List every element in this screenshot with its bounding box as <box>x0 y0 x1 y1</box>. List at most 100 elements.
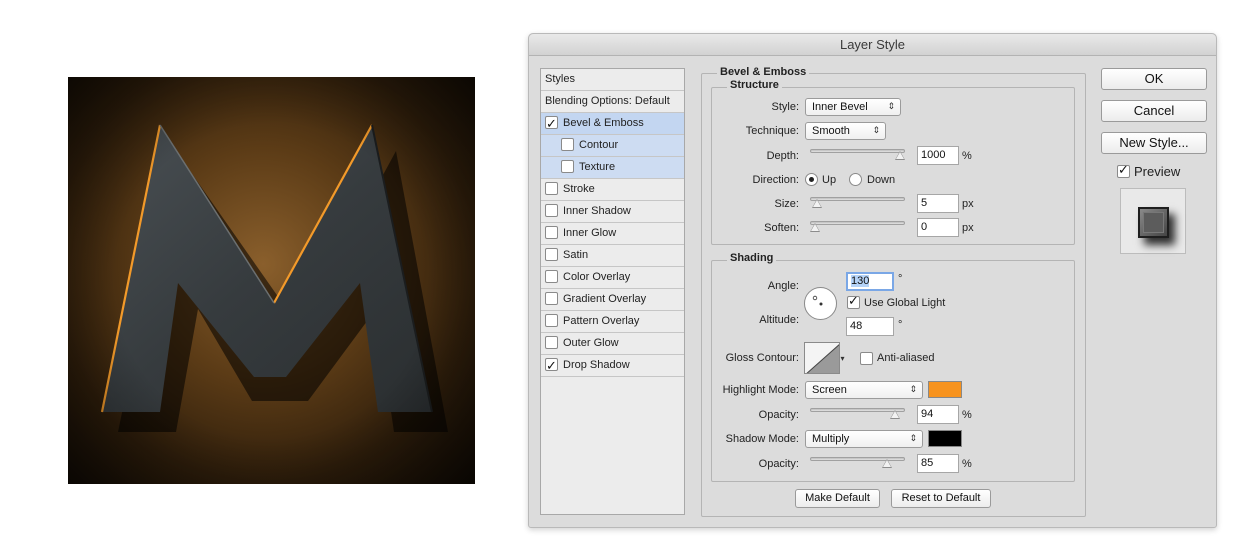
reset-to-default-button[interactable]: Reset to Default <box>891 489 991 508</box>
highlight-opacity-unit: % <box>962 409 972 421</box>
style-dropdown[interactable]: Inner Bevel ⇕ <box>805 98 901 116</box>
shadow-color-swatch[interactable] <box>928 430 962 447</box>
direction-up-label: Up <box>822 174 837 186</box>
preview-checkbox[interactable] <box>1117 163 1130 178</box>
highlight-color-swatch[interactable] <box>928 381 962 398</box>
style-value: Inner Bevel <box>812 101 868 113</box>
ok-button[interactable]: OK <box>1101 68 1207 90</box>
style-item-contour[interactable]: Contour <box>541 135 684 157</box>
depth-label: Depth: <box>766 150 799 162</box>
style-item-label: Stroke <box>563 183 595 195</box>
style-item-inner-glow[interactable]: Inner Glow <box>541 223 684 245</box>
highlight-opacity-input[interactable]: 94 <box>917 405 959 424</box>
dialog-title: Layer Style <box>529 34 1216 56</box>
new-style-button[interactable]: New Style... <box>1101 132 1207 154</box>
direction-down-radio[interactable] <box>849 173 862 186</box>
texture-checkbox[interactable] <box>561 160 574 173</box>
technique-dropdown[interactable]: Smooth ⇕ <box>805 122 886 140</box>
gloss-contour-label: Gloss Contour: <box>725 352 799 364</box>
cancel-button[interactable]: Cancel <box>1101 100 1207 122</box>
slider-thumb[interactable] <box>882 459 893 468</box>
soften-input[interactable]: 0 <box>917 218 959 237</box>
style-item-outer-glow[interactable]: Outer Glow <box>541 333 684 355</box>
color-overlay-checkbox[interactable] <box>545 270 558 283</box>
style-item-label: Outer Glow <box>563 337 619 349</box>
preview-label: Preview <box>1134 164 1181 179</box>
anti-aliased-checkbox[interactable] <box>860 352 873 365</box>
style-label: Style: <box>771 101 799 113</box>
angle-value: 130 <box>851 275 870 287</box>
size-label: Size: <box>774 198 799 210</box>
stroke-checkbox[interactable] <box>545 182 558 195</box>
contour-checkbox[interactable] <box>561 138 574 151</box>
size-slider[interactable] <box>810 195 905 211</box>
use-global-light-checkbox[interactable] <box>847 294 860 309</box>
style-item-gradient-overlay[interactable]: Gradient Overlay <box>541 289 684 311</box>
inner-glow-checkbox[interactable] <box>545 226 558 239</box>
style-item-label: Inner Shadow <box>563 205 631 217</box>
style-item-label: Pattern Overlay <box>563 315 640 327</box>
slider-thumb[interactable] <box>810 223 820 232</box>
angle-input[interactable]: 130 <box>846 272 894 291</box>
slider-thumb[interactable] <box>889 410 900 419</box>
make-default-button[interactable]: Make Default <box>795 489 880 508</box>
outer-glow-checkbox[interactable] <box>545 336 558 349</box>
style-item-label: Texture <box>579 161 616 173</box>
satin-checkbox[interactable] <box>545 248 558 261</box>
direction-label: Direction: <box>752 174 799 186</box>
blending-options-item[interactable]: Blending Options: Default <box>541 91 684 113</box>
highlight-mode-dropdown[interactable]: Screen ⇕ <box>805 381 923 399</box>
artwork-preview <box>68 77 475 484</box>
structure-legend: Structure <box>727 79 782 91</box>
soften-unit: px <box>962 222 974 234</box>
styles-list: Styles Blending Options: Default Bevel &… <box>540 68 685 515</box>
style-item-bevel-emboss[interactable]: Bevel & Emboss <box>541 113 684 135</box>
technique-value: Smooth <box>812 125 850 137</box>
depth-slider[interactable] <box>810 147 905 163</box>
soften-label: Soften: <box>764 222 799 234</box>
dropdown-arrow-icon: ⇕ <box>887 102 895 112</box>
drop-shadow-checkbox[interactable] <box>545 356 558 377</box>
size-unit: px <box>962 198 974 210</box>
style-item-pattern-overlay[interactable]: Pattern Overlay <box>541 311 684 333</box>
anti-aliased-label: Anti-aliased <box>877 352 935 364</box>
dropdown-arrow-icon: ⇕ <box>909 434 917 444</box>
style-item-label: Satin <box>563 249 589 261</box>
style-item-color-overlay[interactable]: Color Overlay <box>541 267 684 289</box>
gradient-overlay-checkbox[interactable] <box>545 292 558 305</box>
direction-down-label: Down <box>867 174 896 186</box>
style-item-inner-shadow[interactable]: Inner Shadow <box>541 201 684 223</box>
letter-m-artwork <box>68 77 475 484</box>
style-item-stroke[interactable]: Stroke <box>541 179 684 201</box>
pattern-overlay-checkbox[interactable] <box>545 314 558 327</box>
soften-slider[interactable] <box>810 219 905 235</box>
slider-thumb[interactable] <box>895 151 905 160</box>
styles-header[interactable]: Styles <box>541 69 684 91</box>
shadow-opacity-slider[interactable] <box>810 455 905 471</box>
highlight-mode-label: Highlight Mode: <box>722 384 799 396</box>
style-item-label: Color Overlay <box>563 271 631 283</box>
altitude-unit: ° <box>898 319 903 331</box>
depth-unit: % <box>962 150 972 162</box>
altitude-input[interactable]: 48 <box>846 317 894 336</box>
style-preview-thumbnail <box>1120 188 1186 254</box>
gloss-dropdown-arrow-icon[interactable]: ▾ <box>838 343 847 375</box>
gloss-contour-picker[interactable] <box>804 342 840 374</box>
use-global-light-label: Use Global Light <box>864 297 946 309</box>
style-item-label: Bevel & Emboss <box>563 117 644 129</box>
inner-shadow-checkbox[interactable] <box>545 204 558 217</box>
technique-label: Technique: <box>745 125 799 137</box>
angle-unit: ° <box>898 273 903 285</box>
shadow-opacity-input[interactable]: 85 <box>917 454 959 473</box>
slider-thumb[interactable] <box>811 199 822 208</box>
size-input[interactable]: 5 <box>917 194 959 213</box>
depth-input[interactable]: 1000 <box>917 146 959 165</box>
style-item-texture[interactable]: Texture <box>541 157 684 179</box>
shadow-mode-dropdown[interactable]: Multiply ⇕ <box>805 430 923 448</box>
highlight-opacity-slider[interactable] <box>810 406 905 422</box>
angle-dial[interactable] <box>804 287 837 320</box>
style-item-satin[interactable]: Satin <box>541 245 684 267</box>
style-item-drop-shadow[interactable]: Drop Shadow <box>541 355 684 377</box>
direction-up-radio[interactable] <box>805 173 818 186</box>
bevel-emboss-checkbox[interactable] <box>545 114 558 135</box>
